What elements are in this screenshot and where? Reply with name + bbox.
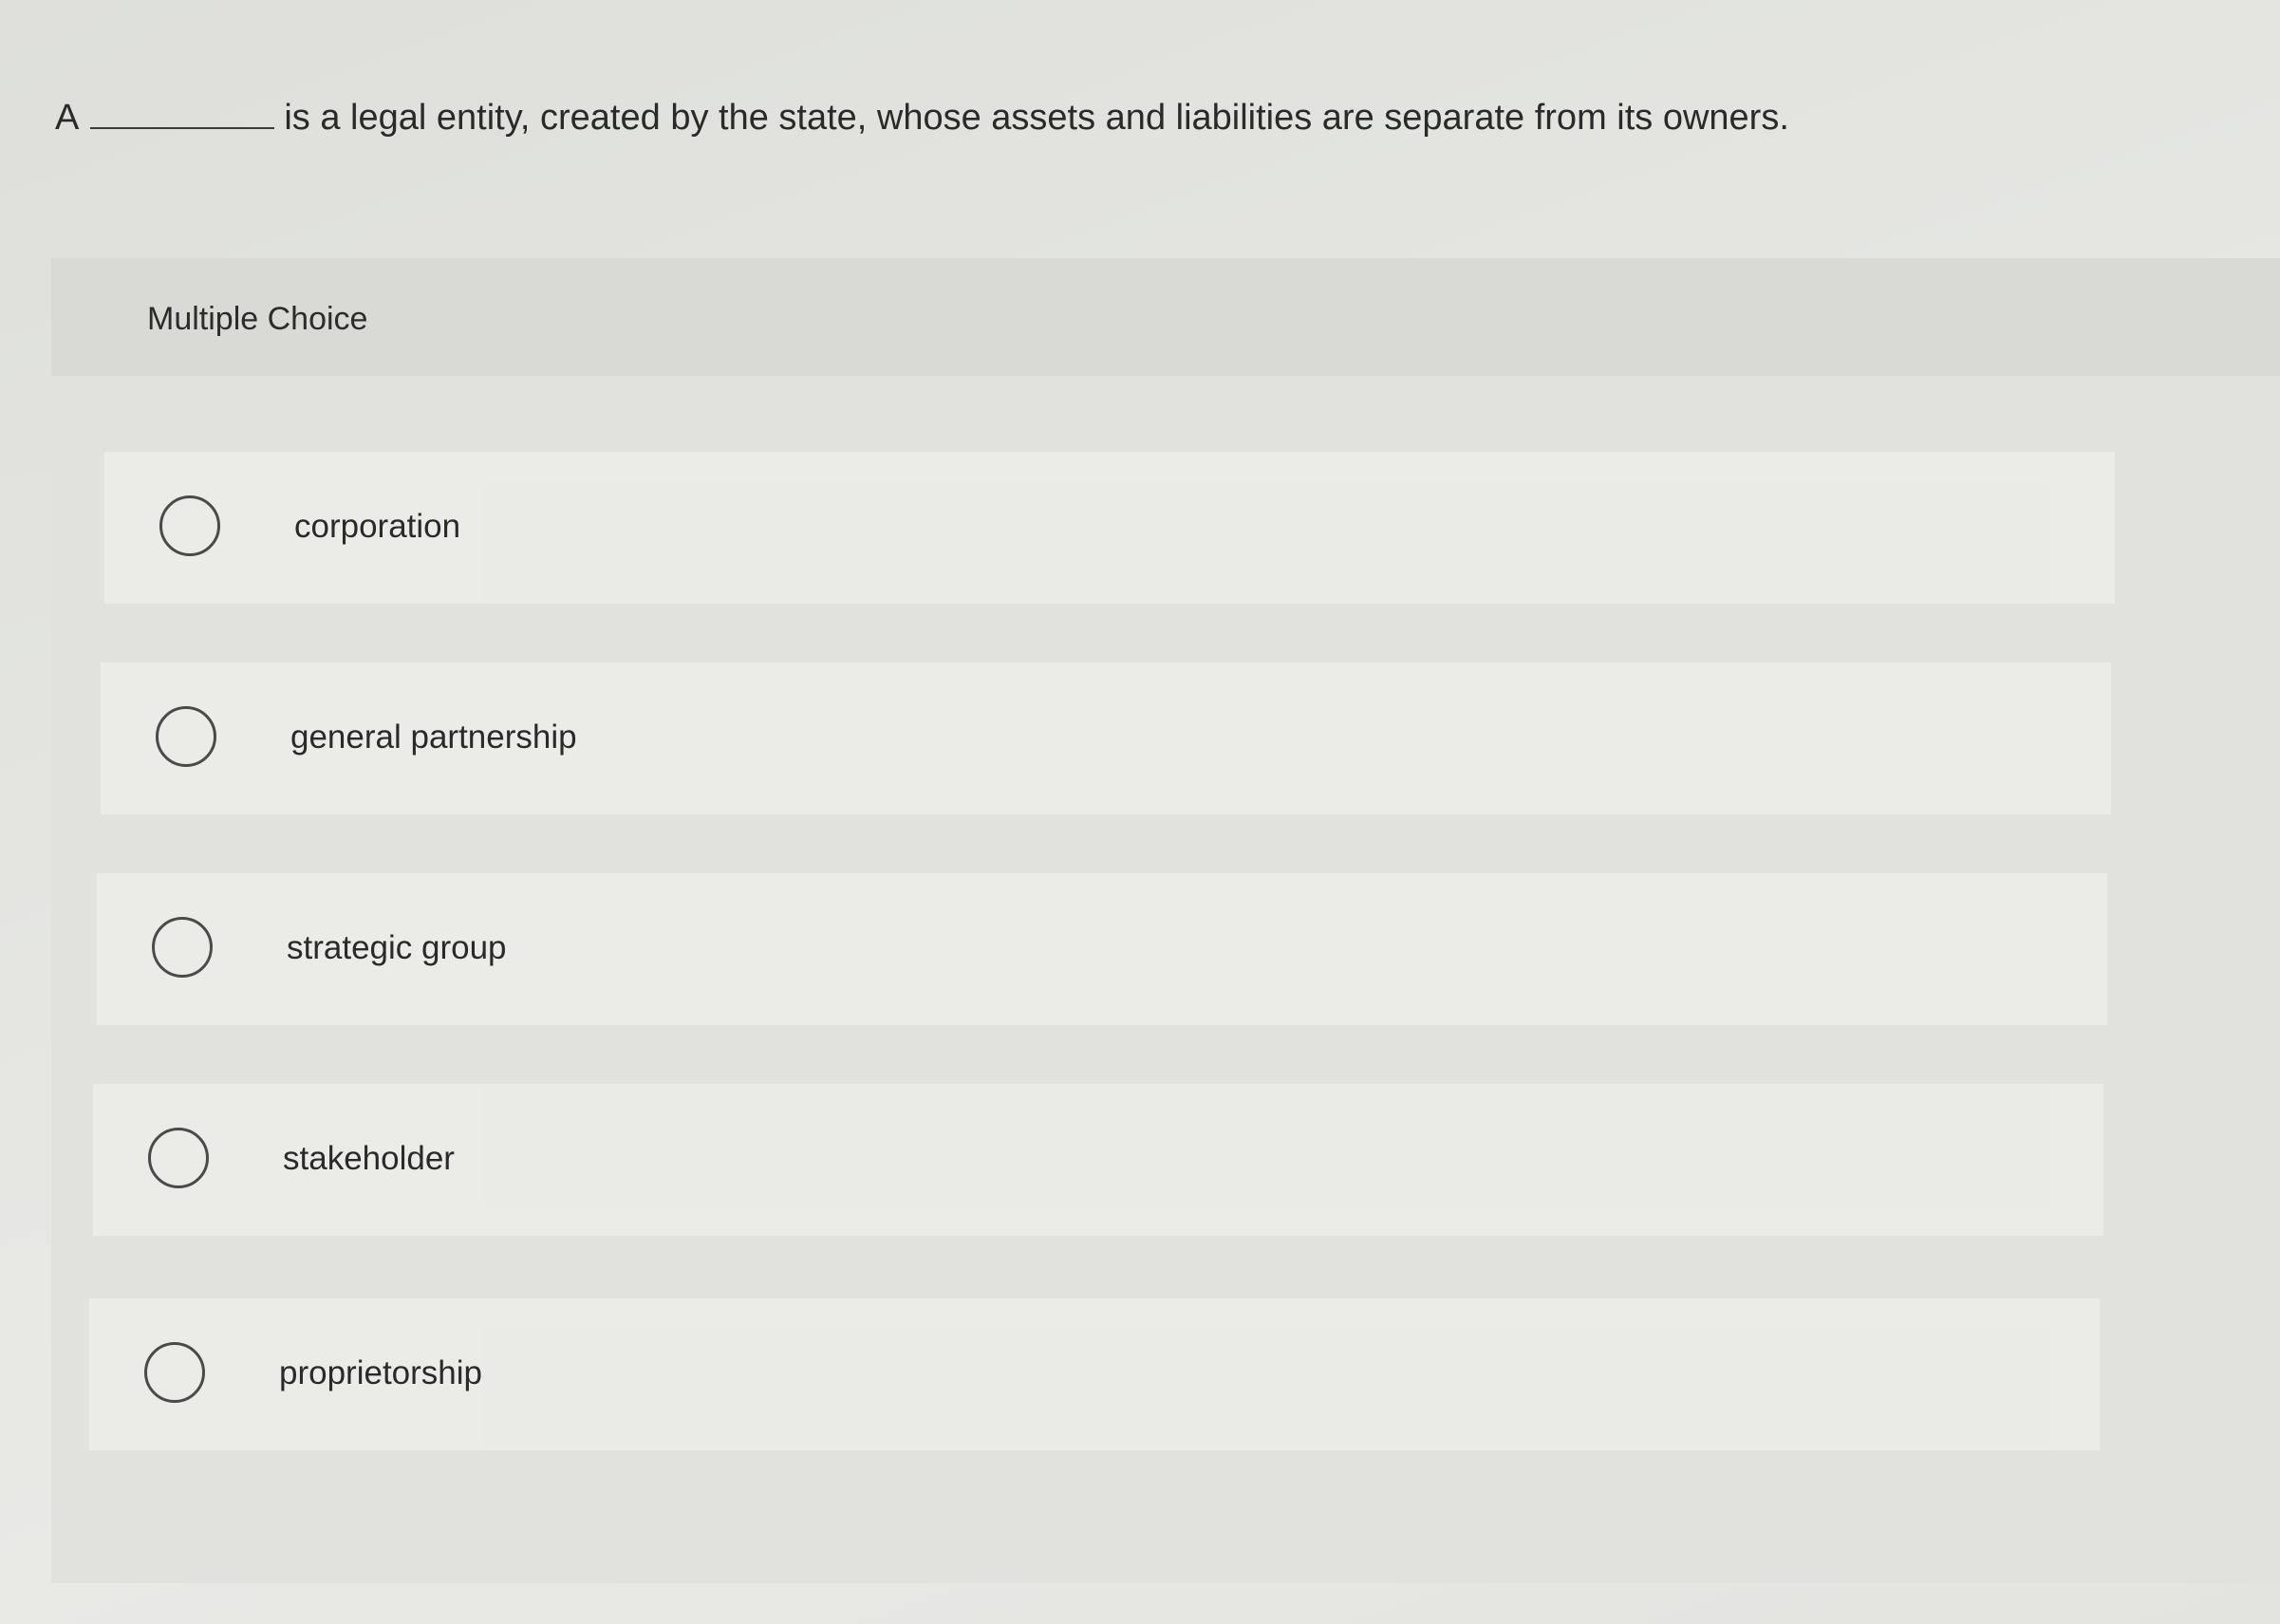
choice-label: proprietorship (279, 1354, 482, 1391)
choice-option-proprietorship[interactable]: proprietorship (89, 1298, 2100, 1450)
radio-button[interactable] (152, 917, 213, 978)
choice-option-corporation[interactable]: corporation (104, 452, 2115, 604)
choice-option-strategic-group[interactable]: strategic group (97, 873, 2107, 1025)
choice-label: stakeholder (283, 1140, 455, 1177)
radio-button[interactable] (148, 1128, 209, 1188)
choice-option-stakeholder[interactable]: stakeholder (93, 1084, 2103, 1236)
question-body: is a legal entity, created by the state,… (284, 98, 1789, 138)
multiple-choice-panel: Multiple Choice corporation general part… (51, 258, 2280, 1583)
radio-button[interactable] (156, 706, 216, 767)
question-lead: A (55, 98, 80, 138)
choice-option-general-partnership[interactable]: general partnership (101, 663, 2111, 814)
multiple-choice-label: Multiple Choice (147, 301, 368, 337)
choice-label: strategic group (287, 929, 507, 966)
question-blank (90, 87, 275, 129)
radio-button[interactable] (144, 1342, 205, 1403)
choice-label: corporation (294, 508, 461, 545)
radio-button[interactable] (159, 495, 220, 556)
multiple-choice-header: Multiple Choice (51, 258, 2280, 376)
choice-label: general partnership (290, 719, 577, 756)
question-text: A is a legal entity, created by the stat… (55, 87, 1789, 146)
